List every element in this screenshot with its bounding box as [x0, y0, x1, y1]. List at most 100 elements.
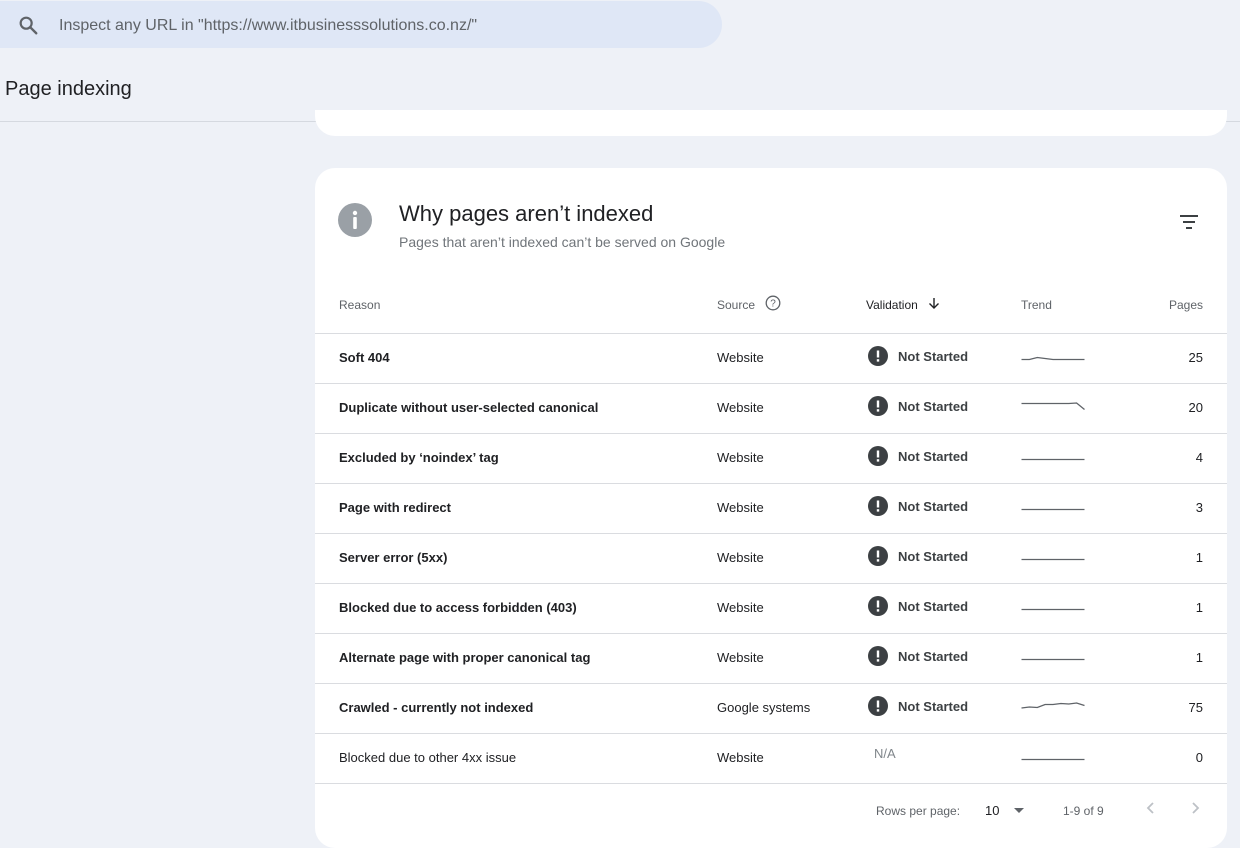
row-source: Website	[717, 500, 764, 515]
rows-per-page-label: Rows per page:	[876, 804, 961, 818]
row-validation: Not Started	[868, 546, 968, 566]
previous-card	[315, 110, 1227, 136]
row-validation: Not Started	[868, 396, 968, 416]
table-row[interactable]: Alternate page with proper canonical tag…	[315, 634, 1227, 684]
row-source: Website	[717, 600, 764, 615]
row-pages: 75	[1188, 700, 1203, 715]
trend-sparkline	[1021, 356, 1085, 361]
table-pagination: Rows per page: 10 1-9 of 9	[315, 783, 1227, 833]
alert-icon	[868, 596, 888, 616]
row-validation: Not Started	[868, 346, 968, 366]
url-inspection-search-bar[interactable]	[0, 1, 722, 48]
row-pages: 4	[1195, 450, 1203, 465]
trend-sparkline	[1021, 508, 1085, 511]
row-validation: Not Started	[868, 696, 968, 716]
not-indexed-reasons-card: Why pages aren’t indexed Pages that aren…	[315, 168, 1227, 848]
rows-per-page-select[interactable]: 10	[985, 801, 1031, 821]
alert-icon	[868, 496, 888, 516]
trend-sparkline	[1021, 402, 1085, 411]
row-reason: Page with redirect	[339, 500, 451, 515]
row-validation: N/A	[868, 746, 896, 761]
validation-status: Not Started	[898, 398, 969, 414]
svg-text:?: ?	[770, 299, 776, 310]
row-source: Website	[717, 650, 764, 665]
previous-page-icon[interactable]	[1141, 798, 1161, 818]
row-reason: Crawled - currently not indexed	[339, 700, 534, 715]
trend-line	[1021, 702, 1085, 709]
table-row[interactable]: Blocked due to other 4xx issue Website N/A…	[315, 734, 1227, 784]
validation-status: Not Started	[898, 698, 969, 714]
table-header: Reason Source ? Validation Trend Pages	[315, 288, 1227, 334]
url-inspection-input[interactable]	[57, 9, 701, 43]
table-row[interactable]: Page with redirect Website Not Started 3	[315, 484, 1227, 534]
row-pages: 1	[1195, 650, 1203, 665]
alert-icon	[868, 346, 888, 366]
search-icon[interactable]	[17, 14, 39, 36]
pagination-range: 1-9 of 9	[1063, 804, 1104, 818]
validation-status: N/A	[874, 746, 896, 761]
trend-sparkline	[1021, 758, 1085, 761]
row-pages: 20	[1188, 400, 1203, 415]
row-source: Google systems	[717, 700, 811, 715]
column-header-source[interactable]: Source	[717, 298, 755, 312]
column-header-reason[interactable]: Reason	[339, 298, 380, 312]
trend-sparkline	[1021, 658, 1085, 661]
validation-status: Not Started	[898, 348, 969, 364]
alert-icon	[868, 696, 888, 716]
row-pages: 3	[1195, 500, 1203, 515]
rows-per-page-value: 10	[985, 803, 1000, 818]
validation-status: Not Started	[898, 548, 969, 564]
row-pages: 0	[1195, 750, 1203, 765]
column-header-trend: Trend	[1021, 298, 1052, 312]
table-row[interactable]: Duplicate without user-selected canonica…	[315, 384, 1227, 434]
alert-icon	[868, 446, 888, 466]
row-source: Website	[717, 350, 764, 365]
column-header-pages[interactable]: Pages	[1169, 298, 1203, 312]
validation-status: Not Started	[898, 648, 969, 664]
row-pages: 1	[1195, 550, 1203, 565]
dropdown-arrow-icon	[1014, 808, 1024, 813]
info-icon	[338, 203, 372, 237]
row-validation: Not Started	[868, 646, 968, 666]
trend-line	[1021, 402, 1085, 411]
column-header-validation[interactable]: Validation	[866, 298, 918, 312]
table-row[interactable]: Server error (5xx) Website Not Started 1	[315, 534, 1227, 584]
page-title: Page indexing	[5, 78, 132, 100]
alert-icon	[868, 396, 888, 416]
row-reason: Blocked due to access forbidden (403)	[339, 600, 577, 615]
help-icon[interactable]: ?	[765, 295, 781, 311]
trend-sparkline	[1021, 558, 1085, 561]
row-validation: Not Started	[868, 596, 968, 616]
sort-descending-icon[interactable]	[927, 296, 941, 310]
validation-status: Not Started	[898, 498, 969, 514]
row-pages: 1	[1195, 600, 1203, 615]
row-reason: Server error (5xx)	[339, 550, 448, 565]
filter-icon[interactable]	[1177, 210, 1203, 234]
row-pages: 25	[1188, 350, 1203, 365]
next-page-icon[interactable]	[1185, 798, 1205, 818]
validation-status: Not Started	[898, 598, 969, 614]
card-subtitle: Pages that aren’t indexed can’t be serve…	[399, 234, 726, 250]
trend-sparkline	[1021, 608, 1085, 611]
trend-sparkline	[1021, 702, 1085, 709]
table-row[interactable]: Soft 404 Website Not Started 25	[315, 334, 1227, 384]
row-validation: Not Started	[868, 446, 968, 466]
trend-line	[1021, 356, 1085, 361]
row-source: Website	[717, 400, 764, 415]
alert-icon	[868, 646, 888, 666]
row-reason: Excluded by ‘noindex’ tag	[339, 450, 499, 465]
row-source: Website	[717, 450, 764, 465]
trend-sparkline	[1021, 458, 1085, 461]
card-title: Why pages aren’t indexed	[399, 201, 654, 226]
row-validation: Not Started	[868, 496, 968, 516]
validation-status: Not Started	[898, 448, 969, 464]
row-reason: Blocked due to other 4xx issue	[339, 750, 517, 765]
row-source: Website	[717, 550, 764, 565]
table-row[interactable]: Blocked due to access forbidden (403) Web…	[315, 584, 1227, 634]
table-row[interactable]: Crawled - currently not indexed Google sy…	[315, 684, 1227, 734]
row-reason: Soft 404	[339, 350, 390, 365]
row-reason: Alternate page with proper canonical tag	[339, 650, 591, 665]
alert-icon	[868, 546, 888, 566]
table-row[interactable]: Excluded by ‘noindex’ tag Website Not Star…	[315, 434, 1227, 484]
row-reason: Duplicate without user-selected canonica…	[339, 400, 599, 415]
